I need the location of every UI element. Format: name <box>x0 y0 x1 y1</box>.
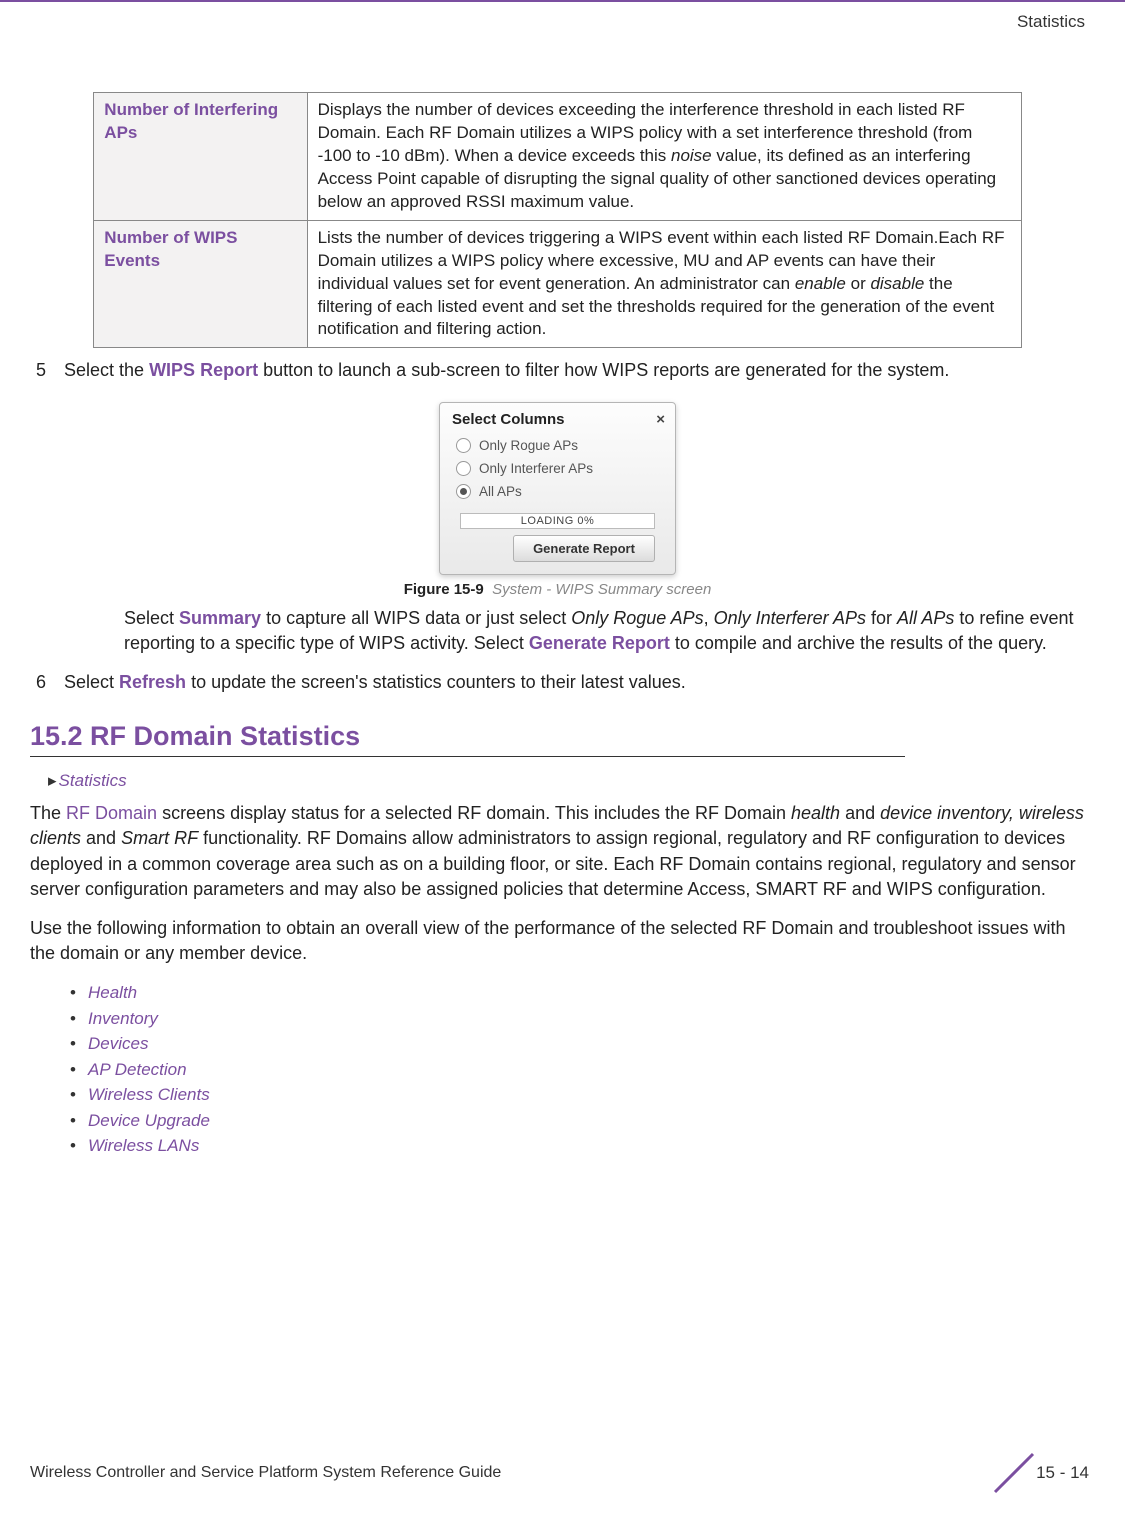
page-number-box: 15 - 14 <box>985 1452 1095 1494</box>
list-item: Inventory <box>70 1006 1085 1032</box>
list-item: Devices <box>70 1031 1085 1057</box>
topic-link-list: Health Inventory Devices AP Detection Wi… <box>70 980 1085 1159</box>
def-label: Number of Interfering APs <box>94 93 307 221</box>
footer-title: Wireless Controller and Service Platform… <box>30 1464 501 1482</box>
step-5: 5 Select the WIPS Report button to launc… <box>30 358 1085 383</box>
rf-domain-usage: Use the following information to obtain … <box>30 916 1085 966</box>
link-devices[interactable]: Devices <box>88 1034 148 1053</box>
close-icon[interactable]: × <box>656 411 665 428</box>
step-number: 5 <box>30 358 64 383</box>
page-header-section: Statistics <box>0 12 1125 32</box>
select-columns-dialog: Select Columns × Only Rogue APs Only Int… <box>439 402 676 575</box>
figure-caption: Figure 15-9 System - WIPS Summary screen <box>30 581 1085 598</box>
link-inventory[interactable]: Inventory <box>88 1009 158 1028</box>
list-item: AP Detection <box>70 1057 1085 1083</box>
radio-icon <box>456 484 471 499</box>
link-device-upgrade[interactable]: Device Upgrade <box>88 1111 210 1130</box>
rf-domain-link[interactable]: RF Domain <box>66 803 157 823</box>
breadcrumb[interactable]: ▸Statistics <box>48 771 1085 791</box>
list-item: Wireless Clients <box>70 1082 1085 1108</box>
dialog-title-text: Select Columns <box>452 411 565 428</box>
radio-icon <box>456 438 471 453</box>
step-number: 6 <box>30 670 64 695</box>
radio-label: Only Rogue APs <box>479 438 578 453</box>
step-6: 6 Select Refresh to update the screen's … <box>30 670 1085 695</box>
radio-label: All APs <box>479 484 522 499</box>
rf-domain-intro: The RF Domain screens display status for… <box>30 801 1085 902</box>
generate-report-button[interactable]: Generate Report <box>513 535 655 562</box>
link-health[interactable]: Health <box>88 983 137 1002</box>
list-item: Device Upgrade <box>70 1108 1085 1134</box>
list-item: Health <box>70 980 1085 1006</box>
def-desc: Displays the number of devices exceeding… <box>307 93 1021 221</box>
definitions-table: Number of Interfering APs Displays the n… <box>93 92 1021 348</box>
radio-label: Only Interferer APs <box>479 461 593 476</box>
radio-only-interferer[interactable]: Only Interferer APs <box>440 457 675 480</box>
def-desc: Lists the number of devices triggering a… <box>307 220 1021 348</box>
def-label: Number of WIPS Events <box>94 220 307 348</box>
section-heading: 15.2 RF Domain Statistics <box>30 721 360 752</box>
summary-paragraph: Select Summary to capture all WIPS data … <box>30 606 1085 656</box>
table-row: Number of WIPS Events Lists the number o… <box>94 220 1021 348</box>
radio-only-rogue[interactable]: Only Rogue APs <box>440 434 675 457</box>
link-wireless-lans[interactable]: Wireless LANs <box>88 1136 199 1155</box>
list-item: Wireless LANs <box>70 1133 1085 1159</box>
radio-all-aps[interactable]: All APs <box>440 480 675 503</box>
arrow-icon: ▸ <box>48 771 57 790</box>
radio-icon <box>456 461 471 476</box>
link-wireless-clients[interactable]: Wireless Clients <box>88 1085 210 1104</box>
table-row: Number of Interfering APs Displays the n… <box>94 93 1021 221</box>
loading-bar: LOADING 0% <box>460 513 655 529</box>
link-ap-detection[interactable]: AP Detection <box>88 1060 187 1079</box>
